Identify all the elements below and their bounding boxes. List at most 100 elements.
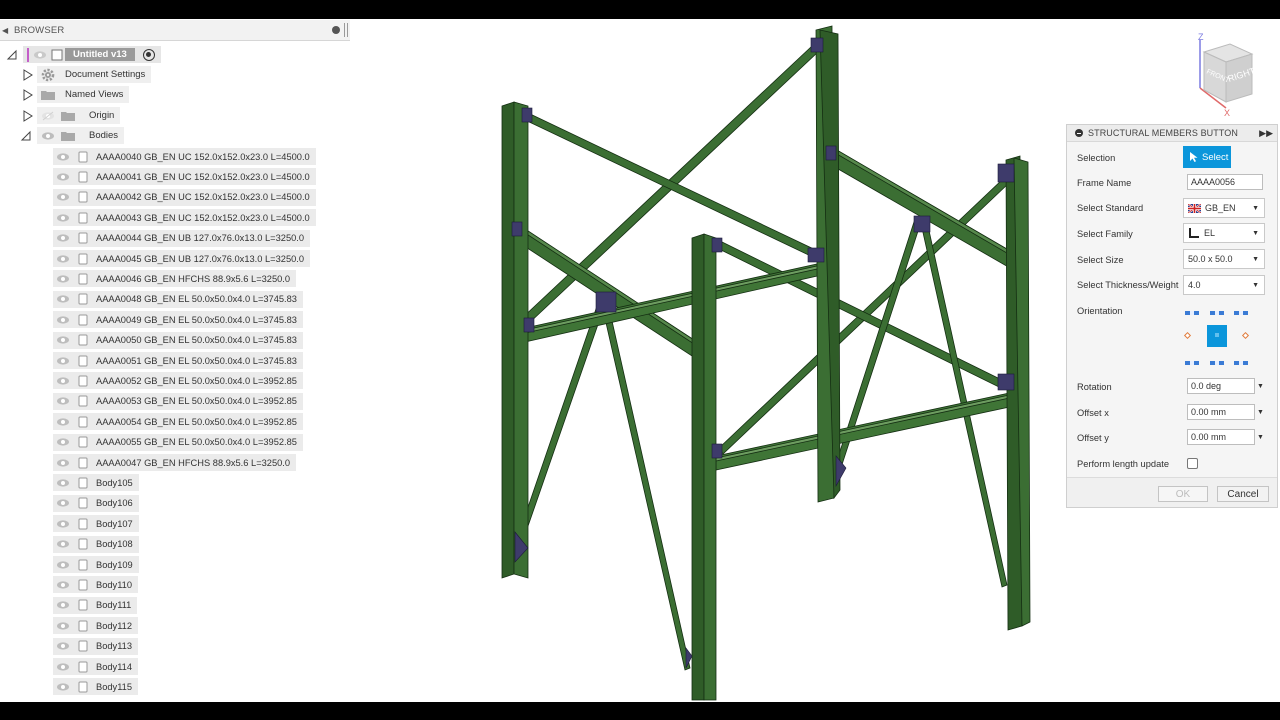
offset-x-input[interactable]: 0.00 mm (1187, 404, 1255, 420)
body-list-item[interactable]: Body113 (53, 637, 139, 655)
body-list-item[interactable]: Body114 (53, 658, 139, 675)
orient-top-right-button[interactable] (1234, 308, 1248, 315)
ok-button[interactable]: OK (1158, 486, 1208, 502)
visibility-eye-icon[interactable] (56, 213, 70, 223)
offset-x-caret-icon[interactable]: ▼ (1257, 409, 1264, 416)
visibility-eye-icon[interactable] (56, 417, 70, 427)
folder-document-settings[interactable]: Document Settings (37, 66, 152, 83)
visibility-eye-icon[interactable] (56, 274, 70, 284)
dialog-header[interactable]: STRUCTURAL MEMBERS BUTTON ▶▶ (1067, 125, 1277, 142)
visibility-eye-icon[interactable] (56, 192, 70, 202)
collapse-dialog-icon[interactable] (1075, 129, 1083, 137)
visibility-eye-icon[interactable] (56, 376, 70, 386)
visibility-eye-icon[interactable] (41, 131, 55, 141)
visibility-eye-icon[interactable] (56, 315, 70, 325)
visibility-eye-icon[interactable] (56, 356, 70, 366)
orient-top-center-button[interactable] (1210, 308, 1224, 315)
orient-bottom-center-button[interactable] (1210, 358, 1224, 365)
collapse-left-icon[interactable]: ◀ (2, 26, 12, 35)
orient-center-button[interactable] (1207, 325, 1227, 347)
viewcube[interactable]: Z X RIGHT FRONT (1190, 30, 1260, 120)
body-list-item[interactable]: Body115 (53, 678, 139, 696)
family-dropdown[interactable]: EL ▼ (1183, 223, 1265, 243)
standard-dropdown[interactable]: GB_EN ▼ (1183, 198, 1265, 218)
folder-origin[interactable]: Origin (37, 107, 121, 124)
panel-grip-icon[interactable] (344, 23, 348, 37)
offset-y-input[interactable]: 0.00 mm (1187, 429, 1255, 445)
visibility-eye-icon[interactable] (56, 600, 70, 610)
body-list-item[interactable]: Body109 (53, 556, 139, 573)
body-list-item[interactable]: AAAA0054 GB_EN EL 50.0x50.0x4.0 L=3952.8… (53, 413, 303, 431)
expand-named-views-icon[interactable] (22, 89, 34, 101)
size-dropdown[interactable]: 50.0 x 50.0 ▼ (1183, 249, 1265, 269)
body-list-item[interactable]: Body108 (53, 535, 139, 553)
body-list-item[interactable]: AAAA0053 GB_EN EL 50.0x50.0x4.0 L=3952.8… (53, 392, 303, 410)
body-list-item[interactable]: Body111 (53, 596, 138, 614)
thickness-dropdown[interactable]: 4.0 ▼ (1183, 275, 1265, 295)
visibility-eye-icon[interactable] (56, 580, 70, 590)
visibility-eye-icon[interactable] (56, 641, 70, 651)
visibility-eye-icon[interactable] (56, 396, 70, 406)
body-list-item[interactable]: Body105 (53, 474, 139, 492)
body-list-item[interactable]: AAAA0043 GB_EN UC 152.0x152.0x23.0 L=450… (53, 209, 316, 227)
visibility-eye-icon[interactable] (56, 662, 70, 672)
browser-root-item[interactable]: Untitled v13 (23, 46, 161, 63)
visibility-eye-icon[interactable] (56, 539, 70, 549)
body-list-item[interactable]: AAAA0055 GB_EN EL 50.0x50.0x4.0 L=3952.8… (53, 433, 303, 451)
visibility-eye-icon[interactable] (56, 172, 70, 182)
expand-origin-icon[interactable] (22, 110, 34, 122)
body-list-item[interactable]: AAAA0042 GB_EN UC 152.0x152.0x23.0 L=450… (53, 188, 316, 206)
pin-icon[interactable] (332, 26, 340, 34)
visibility-eye-icon[interactable] (56, 254, 70, 264)
orient-bottom-right-button[interactable] (1234, 358, 1248, 365)
body-list-item[interactable]: Body110 (53, 576, 139, 594)
body-list-item[interactable]: Body106 (53, 494, 139, 512)
visibility-eye-icon[interactable] (56, 498, 70, 508)
visibility-eye-icon[interactable] (56, 519, 70, 529)
body-list-item[interactable]: AAAA0052 GB_EN EL 50.0x50.0x4.0 L=3952.8… (53, 372, 303, 390)
visibility-eye-icon[interactable] (56, 437, 70, 447)
expand-document-settings-icon[interactable] (22, 69, 34, 81)
body-list-item[interactable]: AAAA0044 GB_EN UB 127.0x76.0x13.0 L=3250… (53, 229, 311, 247)
folder-named-views[interactable]: Named Views (37, 86, 130, 103)
body-list-item[interactable]: AAAA0046 GB_EN HFCHS 88.9x5.6 L=3250.0 (53, 270, 297, 288)
frame-name-input[interactable]: AAAA0056 (1187, 174, 1263, 190)
collapse-bodies-icon[interactable] (20, 130, 32, 142)
body-list-item[interactable]: AAAA0040 GB_EN UC 152.0x152.0x23.0 L=450… (53, 148, 316, 165)
expand-dialog-icon[interactable]: ▶▶ (1259, 128, 1273, 139)
visibility-eye-icon[interactable] (56, 560, 70, 570)
body-list-item[interactable]: AAAA0045 GB_EN UB 127.0x76.0x13.0 L=3250… (53, 250, 311, 267)
body-list-item[interactable]: AAAA0051 GB_EN EL 50.0x50.0x4.0 L=3745.8… (53, 352, 303, 369)
visibility-eye-icon[interactable] (56, 152, 70, 162)
orient-bottom-left-button[interactable] (1185, 358, 1199, 365)
select-button[interactable]: Select (1183, 146, 1231, 168)
hidden-eye-icon[interactable] (41, 111, 55, 121)
browser-header[interactable]: ◀ BROWSER (0, 20, 350, 41)
visibility-eye-icon[interactable] (56, 294, 70, 304)
rotation-caret-icon[interactable]: ▼ (1257, 383, 1264, 390)
visibility-eye-icon[interactable] (56, 682, 70, 692)
orient-top-left-button[interactable] (1185, 308, 1199, 315)
cancel-button[interactable]: Cancel (1217, 486, 1269, 502)
visibility-eye-icon[interactable] (33, 50, 47, 60)
body-list-item[interactable]: AAAA0047 GB_EN HFCHS 88.9x5.6 L=3250.0 (53, 454, 297, 471)
body-list-item[interactable]: Body112 (53, 617, 139, 635)
body-list-item[interactable]: AAAA0048 GB_EN EL 50.0x50.0x4.0 L=3745.8… (53, 290, 303, 308)
folder-bodies[interactable]: Bodies (37, 127, 125, 144)
body-list-item[interactable]: AAAA0050 GB_EN EL 50.0x50.0x4.0 L=3745.8… (53, 331, 303, 349)
body-list-item[interactable]: AAAA0049 GB_EN EL 50.0x50.0x4.0 L=3745.8… (53, 311, 303, 329)
body-list-item[interactable]: AAAA0041 GB_EN UC 152.0x152.0x23.0 L=450… (53, 168, 316, 186)
visibility-eye-icon[interactable] (56, 458, 70, 468)
orient-middle-left-button[interactable] (1183, 331, 1192, 340)
orient-middle-right-button[interactable] (1241, 331, 1250, 340)
visibility-eye-icon[interactable] (56, 478, 70, 488)
visibility-eye-icon[interactable] (56, 335, 70, 345)
activate-radio-icon[interactable] (142, 48, 155, 61)
length-update-checkbox[interactable] (1187, 458, 1198, 469)
rotation-input[interactable]: 0.0 deg (1187, 378, 1255, 394)
visibility-eye-icon[interactable] (56, 233, 70, 243)
visibility-eye-icon[interactable] (56, 621, 70, 631)
body-list-item[interactable]: Body107 (53, 515, 139, 533)
offset-y-caret-icon[interactable]: ▼ (1257, 434, 1264, 441)
expand-root-icon[interactable] (6, 49, 18, 61)
